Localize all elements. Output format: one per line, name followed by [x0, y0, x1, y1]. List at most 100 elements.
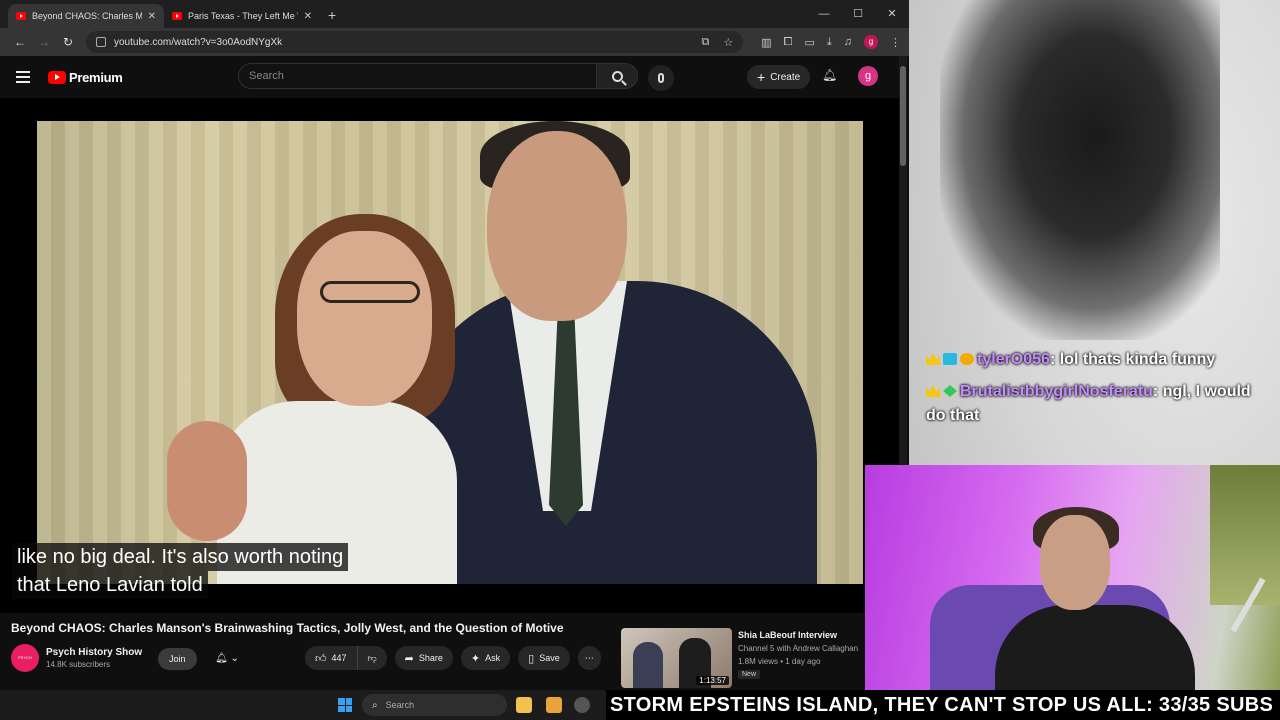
- url-text[interactable]: youtube.com/watch?v=3o0AodNYgXk: [114, 37, 688, 48]
- address-bar[interactable]: youtube.com/watch?v=3o0AodNYgXk ⧉ ☆: [86, 31, 744, 53]
- tab-label: Paris Texas - They Left Me With: [188, 11, 298, 21]
- girl-glasses: [320, 281, 420, 303]
- close-window-button[interactable]: ✕: [875, 0, 909, 28]
- thumbs-down-icon: 👎︎: [367, 652, 377, 663]
- youtube-favicon-icon: [172, 12, 182, 20]
- bookmark-icon: ▯: [528, 652, 535, 665]
- account-avatar[interactable]: g: [858, 66, 878, 86]
- girl-face: [297, 231, 432, 406]
- taskbar-search[interactable]: ⌕ Search: [362, 694, 507, 716]
- site-info-icon[interactable]: [96, 37, 106, 47]
- streamer-body: [995, 605, 1195, 690]
- share-label: Share: [418, 653, 443, 663]
- crown-badge-icon: [926, 385, 940, 397]
- media-control-icon[interactable]: ♫: [844, 36, 852, 48]
- webcam-wall: [1210, 465, 1280, 605]
- tab-beyond-chaos[interactable]: Beyond CHAOS: Charles Manso ✕: [8, 4, 164, 28]
- logo-text: Premium: [69, 69, 123, 85]
- bookmark-star-icon[interactable]: ☆: [723, 36, 733, 49]
- search-input[interactable]: Search: [238, 63, 596, 89]
- video-captions: like no big deal. It's also worth noting…: [12, 543, 349, 599]
- taskbar-search-placeholder: Search: [385, 700, 415, 710]
- install-app-icon[interactable]: ⧉: [702, 36, 710, 49]
- search-icon: [611, 70, 623, 82]
- channel-name[interactable]: Psych History Show: [46, 647, 142, 658]
- microphone-icon: [658, 73, 664, 83]
- forward-arrow-icon[interactable]: →: [32, 35, 56, 49]
- save-button[interactable]: ▯ Save: [518, 646, 570, 670]
- webcam-overlay: [865, 465, 1280, 690]
- tab-strip: Beyond CHAOS: Charles Manso ✕ Paris Texa…: [0, 0, 909, 28]
- channel-text: Psych History Show 14.8K subscribers: [46, 647, 142, 669]
- share-button[interactable]: ➦ Share: [394, 646, 453, 670]
- youtube-play-icon: [48, 70, 66, 84]
- reload-icon[interactable]: ↻: [56, 35, 80, 49]
- recommended-meta: 1.8M views • 1 day ago: [738, 657, 821, 666]
- new-badge: New: [738, 670, 761, 679]
- chat-message: tylerO056: lol thats kinda funny: [926, 348, 1266, 372]
- voice-search-button[interactable]: [648, 65, 674, 91]
- new-tab-plus-icon[interactable]: +: [328, 7, 336, 23]
- more-horizontal-icon: ⋯: [584, 652, 594, 663]
- maximize-button[interactable]: ☐: [841, 0, 875, 28]
- notifications-bell-icon[interactable]: 🔔︎: [822, 68, 837, 82]
- youtube-logo[interactable]: Premium: [48, 70, 123, 85]
- subscriber-badge-icon: [943, 353, 957, 365]
- hamburger-menu-icon[interactable]: [16, 71, 32, 83]
- caption-line-2: that Leno Lavian told: [12, 571, 208, 599]
- recommended-video[interactable]: 1:13:57 Shia LaBeouf Interview Channel 5…: [621, 628, 861, 688]
- reading-mode-icon[interactable]: ▥: [761, 36, 771, 49]
- thumbs-up-icon: 👍︎: [315, 652, 327, 665]
- create-button[interactable]: + Create: [747, 65, 811, 89]
- tab-paris-texas[interactable]: Paris Texas - They Left Me With ✕: [164, 4, 320, 28]
- subscription-bell-dropdown[interactable]: 🔔︎ ⌄: [203, 648, 251, 670]
- channel-subscribers: 14.8K subscribers: [46, 660, 111, 669]
- tab-close-icon[interactable]: ✕: [304, 11, 312, 22]
- search-box: Search: [238, 63, 638, 89]
- address-toolbar: ← → ↻ youtube.com/watch?v=3o0AodNYgXk ⧉ …: [0, 28, 909, 56]
- video-duration: 1:13:57: [696, 676, 729, 685]
- dislike-button[interactable]: 👎︎: [357, 646, 387, 670]
- back-arrow-icon[interactable]: ←: [8, 35, 32, 49]
- recommended-channel[interactable]: Channel 5 with Andrew Callaghan: [738, 644, 858, 653]
- like-button[interactable]: 👍︎ 447: [305, 646, 358, 670]
- video-actions: 👍︎ 447 👎︎ ➦ Share ✦ Ask ▯ Save ⋯: [305, 646, 609, 670]
- join-button[interactable]: Join: [158, 648, 197, 670]
- tab-label: Beyond CHAOS: Charles Manso: [32, 11, 142, 21]
- like-count: 447: [331, 653, 347, 663]
- channel-avatar[interactable]: PSYCH HISTORY SHOW: [11, 644, 39, 672]
- app-icon[interactable]: [546, 697, 562, 713]
- menu-kebab-icon[interactable]: ⋮: [890, 36, 901, 49]
- cast-icon[interactable]: ▭: [804, 36, 814, 49]
- download-icon[interactable]: ⤓: [827, 36, 832, 49]
- channel-info: PSYCH HISTORY SHOW Psych History Show 14…: [11, 644, 142, 672]
- ask-label: Ask: [485, 653, 501, 663]
- ask-button[interactable]: ✦ Ask: [460, 646, 511, 670]
- youtube-favicon-icon: [16, 12, 26, 20]
- more-actions-button[interactable]: ⋯: [577, 646, 601, 670]
- windows-start-icon[interactable]: [338, 698, 352, 712]
- chat-text: lol thats kinda funny: [1059, 351, 1216, 368]
- file-explorer-icon[interactable]: [516, 697, 532, 713]
- screen: Beyond CHAOS: Charles Manso ✕ Paris Texa…: [0, 0, 1280, 720]
- crown-badge-icon: [926, 353, 940, 365]
- search-button[interactable]: [596, 63, 638, 89]
- search-icon: ⌕: [372, 699, 378, 711]
- recommended-thumbnail[interactable]: 1:13:57: [621, 628, 732, 688]
- chat-colon: :: [1049, 351, 1060, 368]
- profile-avatar[interactable]: g: [864, 35, 878, 49]
- caption-line-1: like no big deal. It's also worth noting: [12, 543, 349, 571]
- gem-badge-icon: [943, 385, 957, 397]
- scrollbar-thumb[interactable]: [900, 66, 906, 166]
- share-icon: ➦: [404, 652, 414, 665]
- window-controls: — ☐ ✕: [807, 0, 909, 28]
- man-hand: [167, 421, 247, 541]
- 4k-app-icon[interactable]: [574, 697, 590, 713]
- video-player[interactable]: like no big deal. It's also worth noting…: [0, 98, 899, 613]
- minimize-button[interactable]: —: [807, 0, 841, 28]
- chat-message: BrutalistbbygirlNosferatu: ngl, I would …: [926, 380, 1266, 428]
- youtube-masthead: Premium Search + Create 🔔︎ g: [0, 56, 909, 98]
- tab-close-icon[interactable]: ✕: [148, 11, 156, 22]
- recommended-title[interactable]: Shia LaBeouf Interview: [738, 630, 837, 640]
- extensions-icon[interactable]: ⧠: [784, 36, 793, 49]
